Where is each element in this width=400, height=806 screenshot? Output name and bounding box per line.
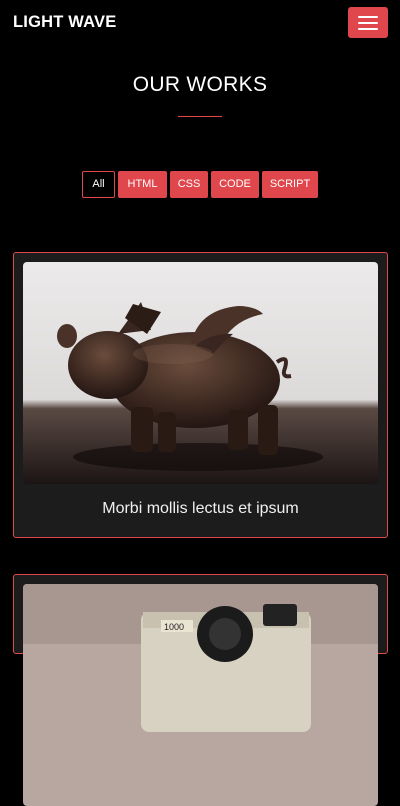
- hamburger-bar: [358, 22, 378, 24]
- navbar: LIGHT WAVE: [0, 0, 400, 46]
- filter-css-button[interactable]: CSS: [170, 171, 208, 198]
- svg-text:1000: 1000: [164, 622, 184, 632]
- portfolio-card[interactable]: Morbi mollis lectus et ipsum: [13, 252, 388, 538]
- filter-code-button[interactable]: CODE: [211, 171, 259, 198]
- portfolio-image-flying-pig[interactable]: [23, 262, 378, 484]
- title-divider: [178, 116, 222, 117]
- hamburger-bar: [358, 28, 378, 30]
- portfolio-card[interactable]: 1000: [13, 574, 388, 806]
- filter-html-button[interactable]: HTML: [118, 171, 167, 198]
- hamburger-menu-button[interactable]: [348, 7, 388, 38]
- hamburger-menu-icon: [358, 16, 378, 18]
- filter-script-button[interactable]: SCRIPT: [262, 171, 318, 198]
- filter-all-button[interactable]: All: [82, 171, 115, 198]
- portfolio-image-camera[interactable]: 1000: [23, 584, 378, 806]
- section-title: OUR WORKS: [132, 73, 268, 96]
- brand-logo[interactable]: LIGHT WAVE: [13, 13, 116, 32]
- portfolio-caption: Morbi mollis lectus et ipsum: [102, 500, 299, 517]
